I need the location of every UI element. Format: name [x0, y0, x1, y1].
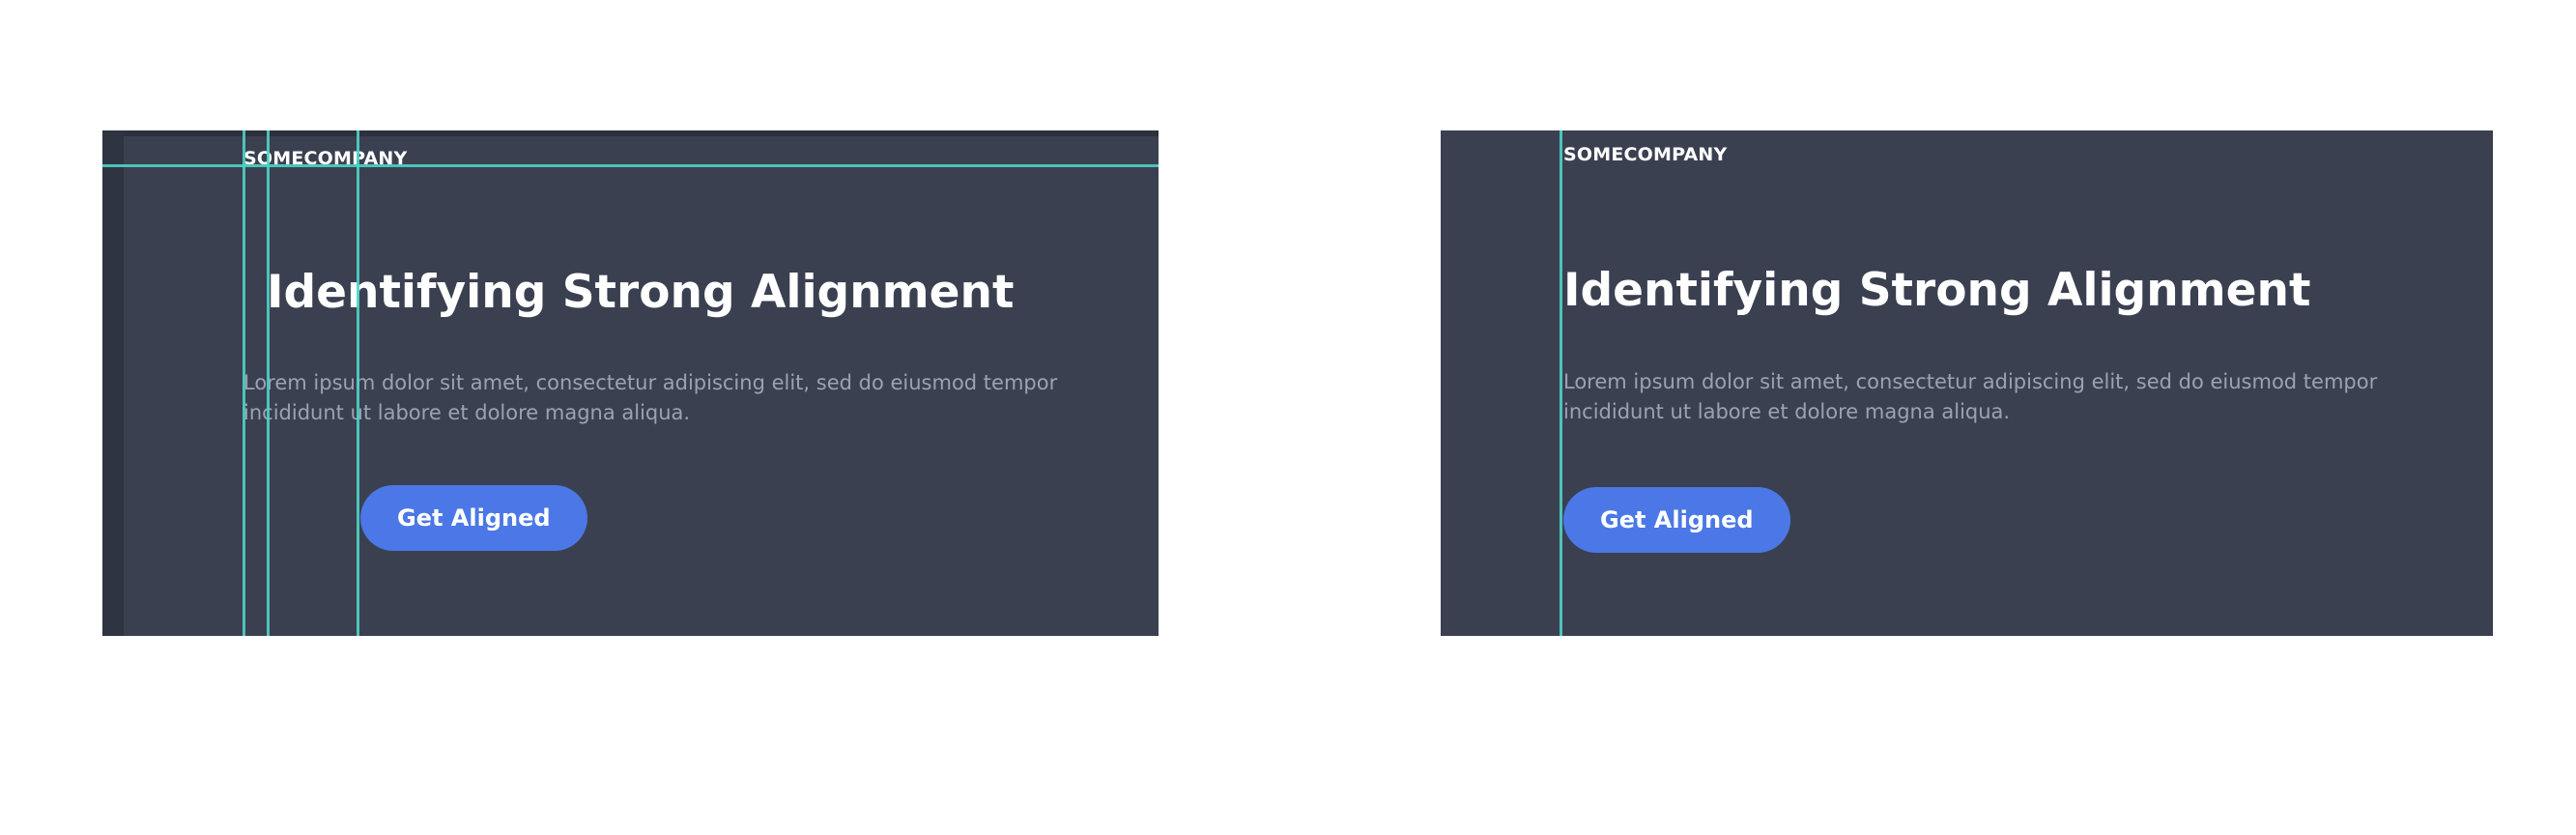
panel-top-border [102, 130, 1159, 136]
get-aligned-button[interactable]: Get Aligned [360, 485, 587, 551]
aligned-hero-panel: SOMECOMPANY Identifying Strong Alignment… [1441, 130, 2493, 636]
vertical-guide-line [267, 130, 270, 636]
get-aligned-button[interactable]: Get Aligned [1563, 487, 1790, 553]
hero-body-text: Lorem ipsum dolor sit amet, consectetur … [243, 371, 1058, 424]
brand-logo-text: SOMECOMPANY [1563, 144, 1728, 165]
hero-headline: Identifying Strong Alignment [1563, 264, 2311, 317]
vertical-guide-line [243, 130, 245, 636]
vertical-guide-line [357, 130, 359, 636]
misaligned-hero-panel: SOMECOMPANY Identifying Strong Alignment… [102, 130, 1159, 636]
hero-headline: Identifying Strong Alignment [267, 266, 1015, 319]
hero-body-text: Lorem ipsum dolor sit amet, consectetur … [1563, 370, 2378, 423]
horizontal-guide-line [102, 164, 1159, 167]
panel-left-edge [102, 130, 124, 636]
vertical-guide-line [1560, 130, 1562, 636]
